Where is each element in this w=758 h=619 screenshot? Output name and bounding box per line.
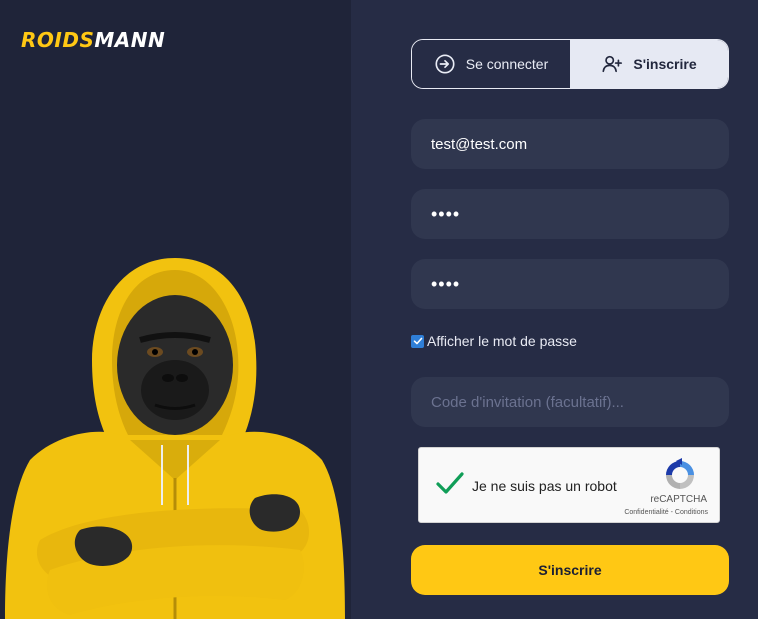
recaptcha-label: Je ne suis pas un robot	[472, 478, 617, 494]
right-panel: Se connecter S'inscrire test@test.com ••…	[351, 0, 758, 619]
tab-signup[interactable]: S'inscrire	[570, 40, 728, 88]
signup-submit-label: S'inscrire	[538, 562, 602, 578]
tab-login-label: Se connecter	[465, 56, 549, 72]
auth-tabs: Se connecter S'inscrire	[411, 39, 729, 89]
password-confirm-value: ••••	[431, 273, 461, 294]
brand-logo-part1: ROIDS	[21, 28, 95, 52]
show-password-label: Afficher le mot de passe	[427, 333, 577, 349]
password-field[interactable]: ••••	[411, 189, 729, 239]
recaptcha-checkmark-icon[interactable]	[435, 470, 465, 498]
brand-logo-part2: MANN	[94, 28, 166, 52]
gorilla-hoodie-illustration	[5, 258, 345, 619]
invite-code-field[interactable]: Code d'invitation (facultatif)...	[411, 377, 729, 427]
show-password-checkbox[interactable]	[411, 334, 424, 348]
recaptcha-legal-links[interactable]: Confidentialité - Conditions	[624, 509, 708, 516]
user-plus-icon	[602, 55, 623, 73]
show-password-toggle[interactable]: Afficher le mot de passe	[411, 333, 577, 349]
sign-in-icon	[435, 54, 455, 74]
tab-login[interactable]: Se connecter	[412, 40, 570, 88]
password-confirm-field[interactable]: ••••	[411, 259, 729, 309]
signup-submit-button[interactable]: S'inscrire	[411, 545, 729, 595]
check-icon	[413, 337, 422, 345]
recaptcha-brand: reCAPTCHA	[650, 494, 707, 505]
tab-signup-label: S'inscrire	[633, 56, 697, 72]
brand-logo: ROIDSMANN	[21, 28, 165, 52]
invite-code-placeholder: Code d'invitation (facultatif)...	[431, 393, 624, 411]
email-value: test@test.com	[431, 135, 528, 153]
recaptcha-widget: Je ne suis pas un robot reCAPTCHA Confid…	[418, 447, 720, 523]
password-value: ••••	[431, 203, 461, 224]
recaptcha-logo-icon	[666, 458, 694, 489]
email-field[interactable]: test@test.com	[411, 119, 729, 169]
left-panel: ROIDSMANN	[0, 0, 351, 619]
